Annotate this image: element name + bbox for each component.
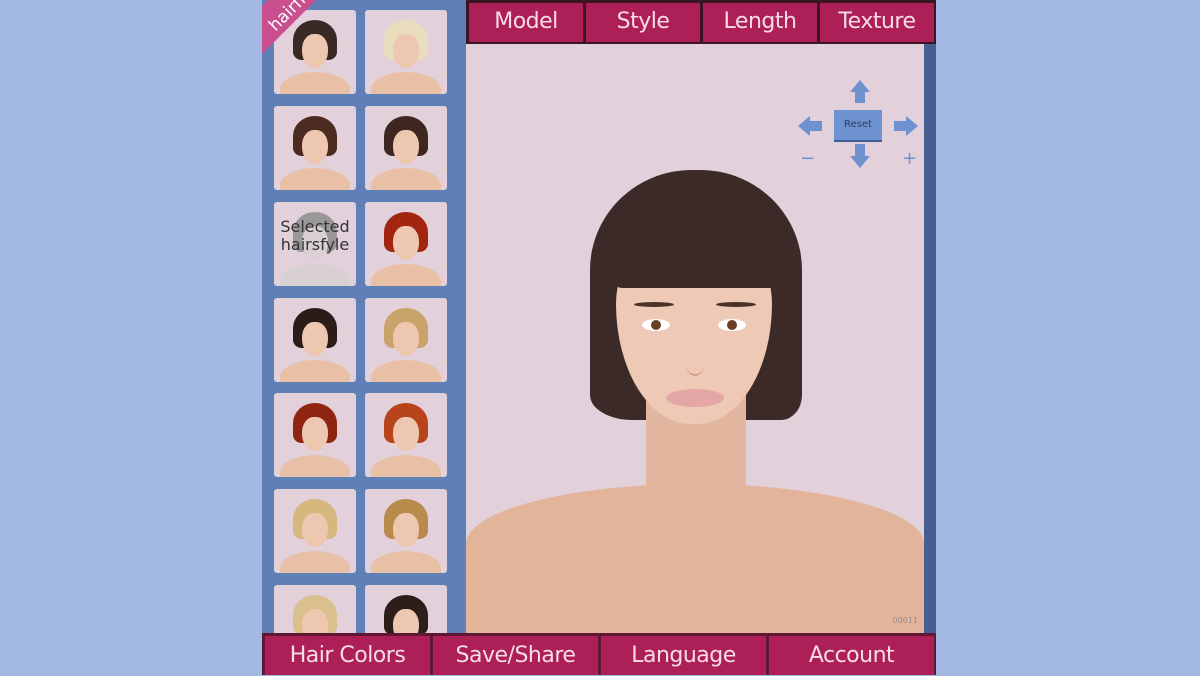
hairstyle-tile[interactable] <box>365 298 447 382</box>
tile-shoulders <box>371 360 441 382</box>
zoom-out-button[interactable]: − <box>800 150 815 168</box>
tab-texture[interactable]: Texture <box>820 3 934 42</box>
move-right-arrow-icon[interactable] <box>906 116 918 136</box>
language-button[interactable]: Language <box>601 636 766 675</box>
hairstyle-gallery[interactable]: Powered by hairfinder.com Selected hairs… <box>262 0 466 633</box>
position-controls: Reset − + <box>798 80 918 170</box>
move-left-arrow-stem[interactable] <box>810 121 822 131</box>
hair-colors-button[interactable]: Hair Colors <box>265 636 430 675</box>
left-eyebrow <box>634 302 674 307</box>
bottom-navigation: Hair Colors Save/Share Language Account <box>262 633 936 675</box>
tile-face <box>393 417 419 451</box>
hairstyle-tile[interactable] <box>365 489 447 573</box>
preview-canvas[interactable]: Reset − + 00011 <box>466 44 924 633</box>
hairstyle-tile[interactable] <box>365 202 447 286</box>
hairstyle-tile[interactable] <box>274 489 356 573</box>
tile-shoulders <box>280 264 350 286</box>
right-eye <box>718 319 746 331</box>
tab-style[interactable]: Style <box>586 3 700 42</box>
move-left-arrow-icon[interactable] <box>798 116 810 136</box>
selected-hairstyle-label: Selected hairsfyle <box>280 217 350 254</box>
gallery-scrollbar[interactable] <box>456 0 466 633</box>
model-lips <box>666 389 724 407</box>
move-up-arrow-stem[interactable] <box>855 91 865 103</box>
tab-length[interactable]: Length <box>703 3 817 42</box>
tile-face <box>302 609 328 633</box>
tile-shoulders <box>371 551 441 573</box>
tile-shoulders <box>280 360 350 382</box>
tile-shoulders <box>280 168 350 190</box>
tile-face <box>393 226 419 260</box>
right-eyebrow <box>716 302 756 307</box>
image-counter: 00011 <box>892 616 918 625</box>
tile-face <box>302 513 328 547</box>
hairstyle-tile[interactable] <box>274 106 356 190</box>
tile-shoulders <box>280 551 350 573</box>
left-eye <box>642 319 670 331</box>
move-down-arrow-icon[interactable] <box>850 156 870 168</box>
tile-shoulders <box>371 72 441 94</box>
hairstyle-tile[interactable] <box>365 106 447 190</box>
tile-shoulders <box>280 72 350 94</box>
hairstyle-tile[interactable] <box>274 393 356 477</box>
tile-face <box>393 322 419 356</box>
tile-face <box>302 34 328 68</box>
tile-shoulders <box>371 264 441 286</box>
tile-face <box>393 34 419 68</box>
tile-shoulders <box>371 168 441 190</box>
tile-face <box>302 130 328 164</box>
hair-bangs <box>616 204 780 288</box>
move-down-arrow-stem[interactable] <box>855 144 865 156</box>
zoom-in-button[interactable]: + <box>902 150 917 168</box>
hairstyle-tile[interactable] <box>274 298 356 382</box>
move-right-arrow-stem[interactable] <box>894 121 906 131</box>
hairstyle-tile[interactable] <box>274 585 356 633</box>
tile-face <box>302 322 328 356</box>
tab-model[interactable]: Model <box>469 3 583 42</box>
account-button[interactable]: Account <box>769 636 934 675</box>
tile-shoulders <box>371 455 441 477</box>
tile-face <box>393 130 419 164</box>
tile-shoulders <box>280 455 350 477</box>
selected-hairstyle-tile[interactable]: Selected hairsfyle <box>274 202 356 286</box>
hairstyle-app: Powered by hairfinder.com Selected hairs… <box>262 0 936 675</box>
hairstyle-tile[interactable] <box>365 393 447 477</box>
hairstyle-tile[interactable] <box>365 10 447 94</box>
top-navigation: Model Style Length Texture <box>466 0 936 44</box>
tile-face <box>393 609 419 633</box>
hairstyle-tile[interactable] <box>365 585 447 633</box>
save-share-button[interactable]: Save/Share <box>433 636 598 675</box>
canvas-right-border <box>924 44 936 633</box>
model-nose <box>686 354 704 376</box>
tile-face <box>302 417 328 451</box>
tile-face <box>393 513 419 547</box>
reset-button[interactable]: Reset <box>834 110 882 142</box>
